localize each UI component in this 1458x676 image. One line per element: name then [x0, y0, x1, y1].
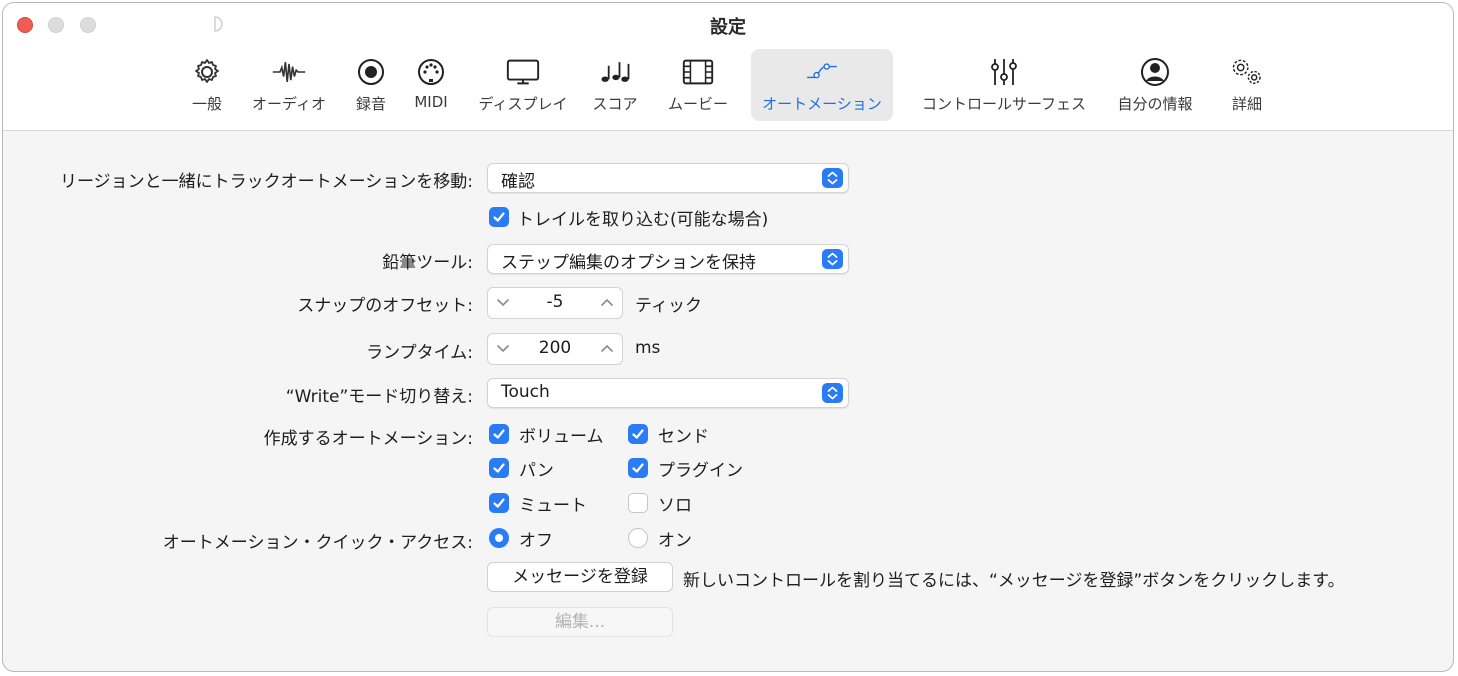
music-notes-icon [597, 57, 633, 87]
tab-display[interactable]: ディスプレイ [471, 49, 575, 121]
chevron-up-icon[interactable] [600, 341, 614, 355]
chevron-updown-icon [822, 383, 843, 403]
tab-control-surfaces[interactable]: コントロールサーフェス [915, 49, 1093, 121]
checkmark-icon [493, 463, 505, 473]
quick-access-on-radio[interactable] [628, 528, 648, 548]
plugin-checkbox[interactable] [628, 458, 648, 478]
film-icon [680, 57, 716, 87]
tab-my-info[interactable]: 自分の情報 [1107, 49, 1203, 121]
move-automation-label: リージョンと一緒にトラックオートメーションを移動: [59, 172, 473, 192]
checkmark-icon [632, 429, 644, 439]
checkmark-icon [493, 429, 505, 439]
record-icon [353, 57, 389, 87]
popup-value: Touch [501, 382, 550, 402]
automation-curve-icon [804, 57, 840, 87]
mute-checkbox[interactable] [489, 493, 509, 513]
ramp-time-stepper[interactable]: 200 [487, 333, 623, 365]
tab-advanced[interactable]: 詳細 [1217, 49, 1277, 121]
tab-label: コントロールサーフェス [921, 95, 1087, 113]
midi-connector-icon [413, 57, 449, 87]
tab-midi[interactable]: MIDI [403, 49, 459, 121]
quick-access-on-label: オン [658, 531, 692, 551]
send-checkbox[interactable] [628, 424, 648, 444]
tab-label: ディスプレイ [478, 95, 568, 113]
include-trails-label: トレイルを取り込む(可能な場合) [517, 210, 769, 230]
snap-offset-label: スナップのオフセット: [297, 296, 473, 316]
chevron-updown-icon [822, 168, 843, 188]
gear-icon [189, 57, 225, 87]
chevron-up-icon[interactable] [600, 295, 614, 309]
mute-label: ミュート [519, 496, 587, 516]
settings-window: 設定 一般 オーディオ 録音 MIDI ディスプレイ スコア ムービー オートメ… [2, 2, 1454, 672]
tab-label: 詳細 [1231, 95, 1262, 113]
quick-access-off-radio[interactable] [489, 528, 509, 548]
tab-label: オートメーション [762, 95, 882, 113]
pencil-tool-popup[interactable]: ステップ編集のオプションを保持 [487, 244, 849, 274]
display-icon [505, 57, 541, 87]
tab-label: MIDI [414, 93, 448, 111]
ramp-time-label: ランプタイム: [366, 343, 473, 363]
pan-checkbox[interactable] [489, 458, 509, 478]
edit-button[interactable]: 編集... [487, 607, 673, 637]
person-circle-icon [1137, 57, 1173, 87]
popup-value: 確認 [501, 172, 535, 192]
tab-automation[interactable]: オートメーション [751, 49, 893, 121]
sliders-icon [986, 57, 1022, 87]
tab-label: オーディオ [252, 95, 326, 113]
volume-label: ボリューム [519, 427, 604, 447]
checkmark-icon [632, 463, 644, 473]
checkmark-icon [493, 498, 505, 508]
title-bar: 設定 一般 オーディオ 録音 MIDI ディスプレイ スコア ムービー オートメ… [3, 3, 1453, 131]
write-mode-popup[interactable]: Touch [487, 378, 849, 408]
move-automation-popup[interactable]: 確認 [487, 163, 849, 193]
tab-label: 録音 [355, 95, 386, 113]
solo-checkbox[interactable] [628, 493, 648, 513]
tab-label: スコア [592, 95, 638, 113]
tab-score[interactable]: スコア [583, 49, 647, 121]
snap-offset-stepper[interactable]: -5 [487, 287, 623, 319]
solo-label: ソロ [658, 496, 692, 516]
ramp-time-unit: ms [635, 338, 661, 358]
tab-label: 自分の情報 [1117, 95, 1193, 113]
pan-label: パン [519, 461, 554, 481]
pencil-tool-label: 鉛筆ツール: [382, 253, 473, 273]
quick-access-label: オートメーション・クイック・アクセス: [162, 533, 473, 553]
tab-movie[interactable]: ムービー [655, 49, 741, 121]
toolbar: 一般 オーディオ 録音 MIDI ディスプレイ スコア ムービー オートメーショ… [3, 49, 1453, 121]
gears-icon [1229, 57, 1265, 87]
learn-message-button[interactable]: メッセージを登録 [487, 562, 673, 592]
include-trails-checkbox[interactable] [489, 207, 509, 227]
chevron-updown-icon [822, 249, 843, 269]
plugin-label: プラグイン [658, 461, 743, 481]
tab-general[interactable]: 一般 [177, 49, 237, 121]
learn-message-hint: 新しいコントロールを割り当てるには、“メッセージを登録”ボタンをクリックします。 [683, 571, 1345, 591]
checkmark-icon [493, 212, 505, 222]
snap-offset-unit: ティック [635, 296, 702, 316]
window-title: 設定 [710, 17, 746, 38]
tab-label: ムービー [667, 95, 728, 113]
tab-audio[interactable]: オーディオ [241, 49, 337, 121]
quick-access-off-label: オフ [519, 531, 553, 551]
tab-record[interactable]: 録音 [343, 49, 399, 121]
send-label: センド [658, 427, 709, 447]
tab-label: 一般 [191, 95, 222, 113]
automation-settings-pane: リージョンと一緒にトラックオートメーションを移動: 確認 トレイルを取り込む(可… [3, 131, 1453, 671]
popup-value: ステップ編集のオプションを保持 [501, 253, 756, 273]
waveform-icon [271, 57, 307, 87]
create-automation-label: 作成するオートメーション: [263, 429, 473, 449]
volume-checkbox[interactable] [489, 424, 509, 444]
write-mode-label: “Write”モード切り替え: [285, 387, 473, 407]
